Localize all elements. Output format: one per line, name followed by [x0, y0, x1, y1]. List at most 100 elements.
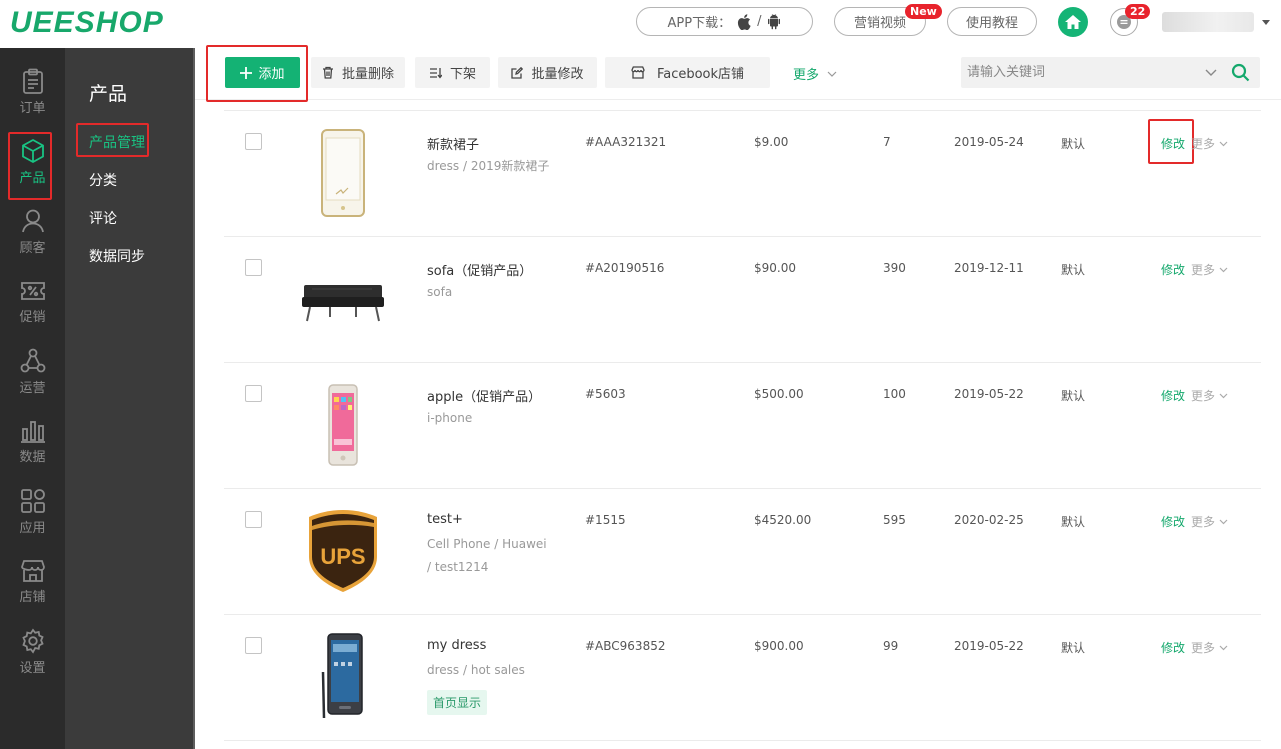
phone-case-image[interactable]: [300, 125, 386, 221]
subnav-divider: [193, 48, 195, 749]
rail-item-store[interactable]: 店铺: [0, 550, 65, 614]
product-stock: 7: [883, 135, 891, 149]
homepage-display-badge: 首页显示: [427, 690, 488, 715]
subnav-title: 产品: [89, 83, 128, 105]
rail-item-operations[interactable]: 运营: [0, 340, 65, 404]
product-price: $4520.00: [754, 513, 812, 527]
home-button[interactable]: [1058, 7, 1088, 37]
gear-icon: [21, 628, 44, 654]
row-checkbox[interactable]: [245, 637, 262, 654]
table-row: apple（促销产品） i-phone #5603 $500.00 100 20…: [224, 362, 1261, 488]
edit-link[interactable]: 修改: [1161, 387, 1185, 404]
app-download-button[interactable]: APP下载： /: [636, 7, 813, 36]
add-product-button[interactable]: 添加: [225, 57, 300, 88]
row-more-label: 更多: [1191, 137, 1216, 151]
table-row: sofa（促销产品） sofa #A20190516 $90.00 390 20…: [224, 236, 1261, 362]
subnav-item-data-sync[interactable]: 数据同步: [89, 246, 145, 266]
subnav-item-reviews[interactable]: 评论: [89, 208, 117, 228]
rail-item-apps[interactable]: 应用: [0, 480, 65, 544]
row-more-label: 更多: [1191, 389, 1216, 403]
apps-icon: [20, 489, 45, 513]
product-name[interactable]: sofa（促销产品）: [427, 260, 532, 279]
product-group: 默认: [1061, 137, 1086, 151]
top-header: UEESHOP APP下载： / 营销视频 New 使用教程 22: [0, 0, 1281, 48]
svg-text:UPS: UPS: [320, 544, 365, 569]
rail-item-orders[interactable]: 订单: [0, 60, 65, 124]
row-more-dropdown[interactable]: 更多: [1191, 135, 1228, 152]
cube-icon: [21, 138, 44, 164]
product-stock: 595: [883, 513, 906, 527]
toolbar-more-label: 更多: [793, 68, 820, 83]
row-more-dropdown[interactable]: 更多: [1191, 639, 1228, 656]
home-icon: [1065, 15, 1081, 29]
product-sku: #ABC963852: [585, 639, 666, 653]
main-nav-rail: 订单 产品 顾客 促销 运营 数据 应用 店铺 设置: [0, 48, 65, 749]
row-checkbox[interactable]: [245, 259, 262, 276]
product-date: 2019-05-24: [954, 135, 1024, 149]
product-date: 2019-12-11: [954, 261, 1024, 275]
row-more-label: 更多: [1191, 641, 1216, 655]
row-more-dropdown[interactable]: 更多: [1191, 513, 1228, 530]
rail-item-data[interactable]: 数据: [0, 410, 65, 474]
edit-link[interactable]: 修改: [1161, 135, 1185, 152]
smartphone-image[interactable]: [300, 377, 386, 473]
row-checkbox[interactable]: [245, 385, 262, 402]
product-category: dress / 2019新款裙子: [427, 159, 550, 173]
row-checkbox[interactable]: [245, 133, 262, 150]
product-date: 2019-05-22: [954, 639, 1024, 653]
rail-label: 订单: [19, 101, 46, 116]
edit-link[interactable]: 修改: [1161, 261, 1185, 278]
product-name[interactable]: 新款裙子: [427, 134, 479, 153]
app-download-label: APP下载：: [667, 16, 732, 31]
batch-edit-button[interactable]: 批量修改: [498, 57, 597, 88]
product-date: 2020-02-25: [954, 513, 1024, 527]
row-more-label: 更多: [1191, 263, 1216, 277]
ups-logo-image[interactable]: UPS: [300, 503, 386, 599]
tutorial-button[interactable]: 使用教程: [947, 7, 1037, 36]
user-menu-caret-icon[interactable]: [1262, 20, 1270, 25]
subnav-item-category[interactable]: 分类: [89, 170, 117, 190]
search-box: [961, 57, 1260, 88]
rail-item-products[interactable]: 产品: [0, 130, 65, 200]
android-icon: [768, 13, 781, 29]
row-more-dropdown[interactable]: 更多: [1191, 261, 1228, 278]
edit-link[interactable]: 修改: [1161, 513, 1185, 530]
chevron-down-icon: [1219, 645, 1228, 650]
rail-item-promotion[interactable]: 促销: [0, 270, 65, 334]
row-checkbox[interactable]: [245, 511, 262, 528]
subnav-item-product-management[interactable]: 产品管理: [89, 132, 145, 152]
toolbar-more-dropdown[interactable]: 更多: [793, 64, 837, 83]
product-sku: #AAA321321: [585, 135, 667, 149]
product-group: 默认: [1061, 263, 1086, 277]
rail-label: 运营: [19, 381, 46, 396]
product-name[interactable]: my dress: [427, 638, 486, 653]
galaxy-note-image[interactable]: [300, 629, 386, 725]
product-price: $90.00: [754, 261, 796, 275]
row-more-dropdown[interactable]: 更多: [1191, 387, 1228, 404]
product-group: 默认: [1061, 389, 1086, 403]
list-down-icon: [429, 67, 442, 79]
table-row: 新款裙子 dress / 2019新款裙子 #AAA321321 $9.00 7…: [224, 110, 1261, 236]
unlist-button[interactable]: 下架: [415, 57, 490, 88]
user-icon: [21, 209, 44, 233]
chevron-down-icon[interactable]: [1204, 65, 1218, 79]
product-name[interactable]: test+: [427, 512, 463, 527]
product-group: 默认: [1061, 515, 1086, 529]
facebook-store-button[interactable]: Facebook店铺: [605, 57, 770, 88]
product-category: Cell Phone / Huawei / test1214: [427, 537, 547, 574]
search-input[interactable]: [961, 57, 1201, 88]
edit-link[interactable]: 修改: [1161, 639, 1185, 656]
rail-label: 店铺: [19, 590, 46, 605]
user-name-blurred[interactable]: [1162, 12, 1254, 32]
rail-label: 顾客: [19, 241, 46, 256]
app-separator: /: [757, 14, 762, 29]
rail-item-customers[interactable]: 顾客: [0, 200, 65, 264]
sofa-image[interactable]: [300, 251, 386, 347]
batch-delete-button[interactable]: 批量删除: [311, 57, 405, 88]
rail-item-settings[interactable]: 设置: [0, 620, 65, 684]
product-sku: #1515: [585, 513, 626, 527]
brand-logo[interactable]: UEESHOP: [10, 6, 164, 40]
product-stock: 100: [883, 387, 906, 401]
product-name[interactable]: apple（促销产品）: [427, 386, 541, 405]
search-icon[interactable]: [1231, 63, 1250, 82]
